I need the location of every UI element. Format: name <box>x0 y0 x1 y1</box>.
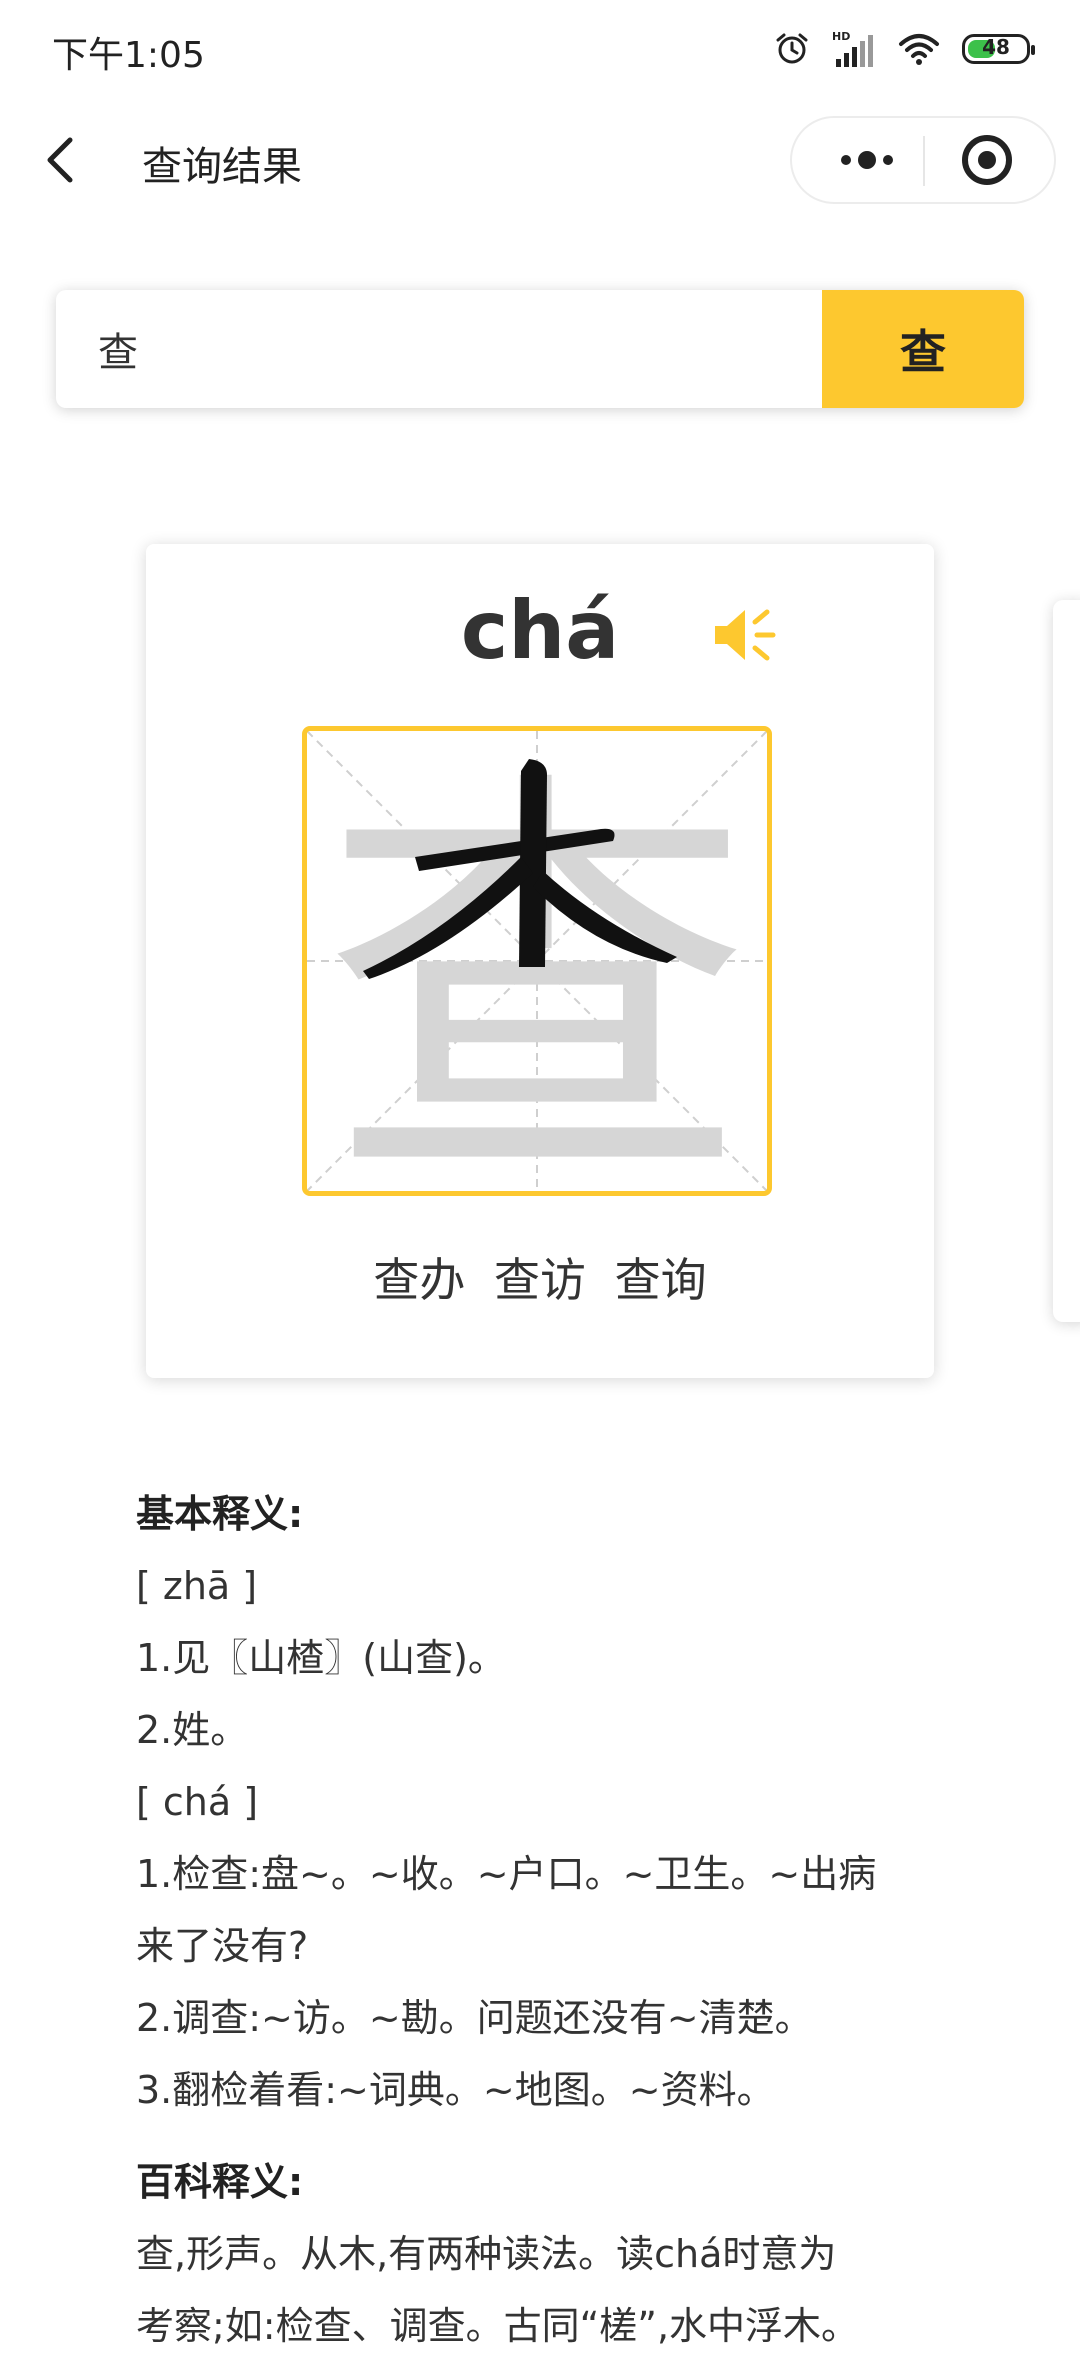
close-mini-program-button[interactable] <box>937 118 1037 202</box>
definition-line: 1.检查:盘~。~收。~户口。~卫生。~出病 <box>136 1852 877 1896</box>
back-button[interactable] <box>28 128 92 192</box>
example-words: 查办 查访 查询 <box>373 1253 707 1307</box>
definition-line: [ chá ] <box>136 1780 259 1824</box>
chevron-left-icon <box>47 137 73 183</box>
next-card-peek[interactable] <box>1053 600 1080 1322</box>
more-dots-icon <box>841 151 893 169</box>
stroke-order-grid: 查 <box>302 726 772 1196</box>
baike-definition-title: 百科释义: <box>136 2160 304 2204</box>
status-bar: 下午1:05 HD 48 <box>0 0 1080 100</box>
target-close-icon <box>962 135 1012 185</box>
search-button[interactable]: 查 <box>822 290 1024 408</box>
more-button[interactable] <box>812 118 912 202</box>
definition-line: 3.翻检着看:~词典。~地图。~资料。 <box>136 2068 775 2112</box>
search-box: 查 <box>56 290 1024 408</box>
definition-section: 基本释义: [ zhā ] 1.见〖山楂〗(山查)。 2.姓。 [ chá ] … <box>136 1478 956 2362</box>
status-time: 下午1:05 <box>52 35 205 76</box>
character-card: chá 查 查办 查访 查询 <box>146 544 934 1378</box>
svg-text:HD: HD <box>832 30 850 43</box>
mini-program-capsule <box>790 116 1056 204</box>
baike-line: 查,形声。从木,有两种读法。读chá时意为 <box>136 2232 837 2276</box>
hd-signal-icon: HD <box>832 30 873 67</box>
definition-line: [ zhā ] <box>136 1564 258 1608</box>
status-icons: HD 48 <box>774 26 1035 72</box>
alarm-icon <box>776 33 808 64</box>
battery-icon: 48 <box>962 34 1035 64</box>
definition-line: 2.姓。 <box>136 1708 249 1752</box>
pinyin-label: chá <box>460 584 620 677</box>
wifi-icon <box>899 34 939 65</box>
pronounce-button[interactable] <box>711 600 781 670</box>
speaker-icon <box>715 609 776 661</box>
search-input[interactable] <box>56 290 824 408</box>
navigation-bar: 查询结果 <box>0 110 1080 210</box>
page-title: 查询结果 <box>142 144 302 190</box>
definition-line: 2.调查:~访。~勘。问题还没有~清楚。 <box>136 1996 813 2040</box>
capsule-divider <box>923 136 925 186</box>
battery-level-text: 48 <box>982 35 1010 59</box>
grid-guides: 查 <box>307 731 767 1191</box>
baike-line: 考察;如:检查、调查。古同“槎”,水中浮木。 <box>136 2304 860 2348</box>
definition-line: 来了没有? <box>136 1924 309 1968</box>
definition-line: 1.见〖山楂〗(山查)。 <box>136 1636 506 1680</box>
basic-definition-title: 基本释义: <box>136 1492 304 1536</box>
